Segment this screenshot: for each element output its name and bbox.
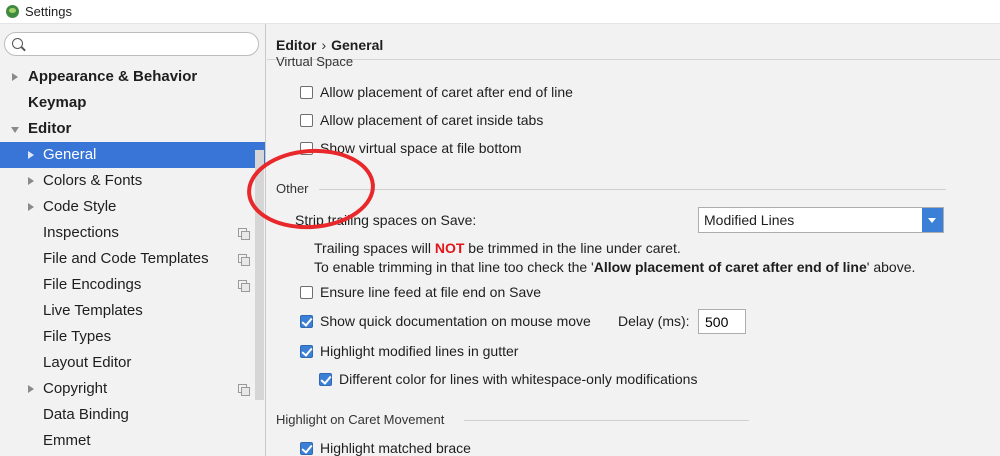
option-highlight-matched-brace[interactable]: Highlight matched brace: [300, 438, 471, 456]
checkbox[interactable]: [300, 285, 313, 299]
tree-item-code-style[interactable]: Code Style: [0, 194, 265, 220]
breadcrumb-current: General: [331, 37, 384, 53]
tree-item-label: Data Binding: [43, 406, 129, 423]
checkbox[interactable]: [300, 344, 313, 358]
delay-label: Delay (ms):: [618, 313, 690, 329]
tree-item-file-code-templates[interactable]: File and Code Templates: [0, 246, 265, 272]
option-quick-documentation[interactable]: Show quick documentation on mouse move: [300, 311, 591, 331]
tree-item-label: General: [43, 146, 97, 163]
delay-input[interactable]: [698, 309, 746, 334]
tree-item-live-templates[interactable]: Live Templates: [0, 298, 265, 324]
tree-item-appearance-behavior[interactable]: Appearance & Behavior: [0, 64, 265, 90]
dropdown-value: Modified Lines: [704, 212, 795, 228]
window-title: Settings: [25, 4, 72, 19]
hint-text: be trimmed in the line under caret.: [464, 240, 681, 256]
tree-item-data-binding[interactable]: Data Binding: [0, 402, 265, 428]
search-input[interactable]: [29, 35, 254, 53]
project-settings-icon: [238, 254, 250, 266]
tree-item-copyright[interactable]: Copyright: [0, 376, 265, 402]
checkbox[interactable]: [300, 85, 313, 99]
expand-arrow-icon[interactable]: [28, 177, 34, 185]
group-title-virtual-space: Virtual Space: [276, 57, 353, 70]
option-whitespace-only-color[interactable]: Different color for lines with whitespac…: [319, 369, 697, 389]
hint-text: Trailing spaces will: [314, 240, 435, 256]
option-virtual-space-bottom[interactable]: Show virtual space at file bottom: [300, 138, 522, 158]
chevron-down-icon[interactable]: [922, 208, 943, 232]
sidebar-scrollbar[interactable]: [255, 150, 264, 400]
collapse-arrow-icon[interactable]: [11, 127, 19, 133]
checkbox[interactable]: [300, 441, 313, 455]
hint-emphasis: NOT: [434, 240, 465, 256]
group-title-text: Virtual Space: [276, 57, 354, 69]
tree-item-label: Keymap: [28, 94, 87, 111]
expand-arrow-icon[interactable]: [28, 203, 34, 211]
option-label: Highlight modified lines in gutter: [320, 343, 519, 359]
tree-item-editor[interactable]: Editor: [0, 116, 265, 142]
settings-tree: Appearance & Behavior Keymap Editor Gene…: [0, 64, 265, 454]
tree-item-label: Appearance & Behavior: [28, 68, 198, 85]
tree-item-file-types[interactable]: File Types: [0, 324, 265, 350]
tree-item-inspections[interactable]: Inspections: [0, 220, 265, 246]
tree-item-emmet[interactable]: Emmet: [0, 428, 265, 454]
project-settings-icon: [238, 384, 250, 396]
hint-text: To enable trimming in that line too chec…: [314, 259, 594, 275]
strip-hint-line1: Trailing spaces will NOT be trimmed in t…: [314, 240, 681, 256]
settings-search[interactable]: [4, 32, 259, 56]
checkbox[interactable]: [300, 314, 313, 328]
tree-item-keymap[interactable]: Keymap: [0, 90, 265, 116]
checkbox[interactable]: [300, 113, 313, 127]
tree-item-label: Code Style: [43, 198, 117, 215]
tree-item-layout-editor[interactable]: Layout Editor: [0, 350, 265, 376]
option-ensure-line-feed[interactable]: Ensure line feed at file end on Save: [300, 282, 541, 302]
expand-arrow-icon[interactable]: [28, 385, 34, 393]
breadcrumb: Editor › General: [276, 37, 383, 53]
group-divider: [319, 189, 946, 190]
hint-emphasis: Allow placement of caret after end of li…: [593, 259, 867, 275]
option-highlight-modified-lines[interactable]: Highlight modified lines in gutter: [300, 341, 518, 361]
group-divider: [464, 420, 749, 421]
title-bar: Settings: [0, 0, 1000, 24]
settings-sidebar: Appearance & Behavior Keymap Editor Gene…: [0, 24, 266, 456]
tree-item-label: Emmet: [43, 432, 91, 449]
tree-item-label: Live Templates: [43, 302, 143, 319]
tree-item-label: Copyright: [43, 380, 108, 397]
tree-item-label: Editor: [28, 120, 72, 137]
strip-hint-line2: To enable trimming in that line too chec…: [314, 259, 915, 275]
tree-item-general[interactable]: General: [0, 142, 265, 168]
breadcrumb-parent: Editor: [276, 37, 317, 53]
option-caret-inside-tabs[interactable]: Allow placement of caret inside tabs: [300, 110, 543, 130]
search-icon: [12, 38, 23, 49]
option-caret-after-eol[interactable]: Allow placement of caret after end of li…: [300, 82, 573, 102]
checkbox[interactable]: [319, 372, 332, 386]
header-divider: [267, 59, 1000, 60]
breadcrumb-separator: ›: [321, 37, 327, 53]
expand-arrow-icon[interactable]: [28, 151, 34, 159]
tree-item-label: File and Code Templates: [43, 250, 209, 267]
strip-trailing-label: Strip trailing spaces on Save:: [295, 212, 477, 228]
group-title-caret-movement: Highlight on Caret Movement: [276, 412, 445, 427]
option-label: Show quick documentation on mouse move: [320, 313, 591, 329]
tree-item-colors-fonts[interactable]: Colors & Fonts: [0, 168, 265, 194]
option-label: Allow placement of caret inside tabs: [320, 112, 544, 128]
app-logo-icon: [6, 5, 19, 18]
tree-item-label: Layout Editor: [43, 354, 132, 371]
tree-item-file-encodings[interactable]: File Encodings: [0, 272, 265, 298]
tree-item-label: File Types: [43, 328, 112, 345]
project-settings-icon: [238, 228, 250, 240]
hint-text: ' above.: [866, 259, 916, 275]
checkbox[interactable]: [300, 141, 313, 155]
tree-item-label: Colors & Fonts: [43, 172, 143, 189]
strip-trailing-dropdown[interactable]: Modified Lines: [698, 207, 944, 233]
option-label: Show virtual space at file bottom: [320, 140, 522, 156]
option-label: Highlight matched brace: [320, 440, 471, 456]
project-settings-icon: [238, 280, 250, 292]
expand-arrow-icon[interactable]: [12, 73, 18, 81]
tree-item-label: File Encodings: [43, 276, 142, 293]
group-title-other: Other: [276, 181, 309, 196]
settings-content: Editor › General Virtual Space Allow place…: [267, 24, 1000, 456]
option-label: Different color for lines with whitespac…: [339, 371, 698, 387]
option-label: Allow placement of caret after end of li…: [320, 84, 573, 100]
option-label: Ensure line feed at file end on Save: [320, 284, 542, 300]
tree-item-label: Inspections: [43, 224, 119, 241]
